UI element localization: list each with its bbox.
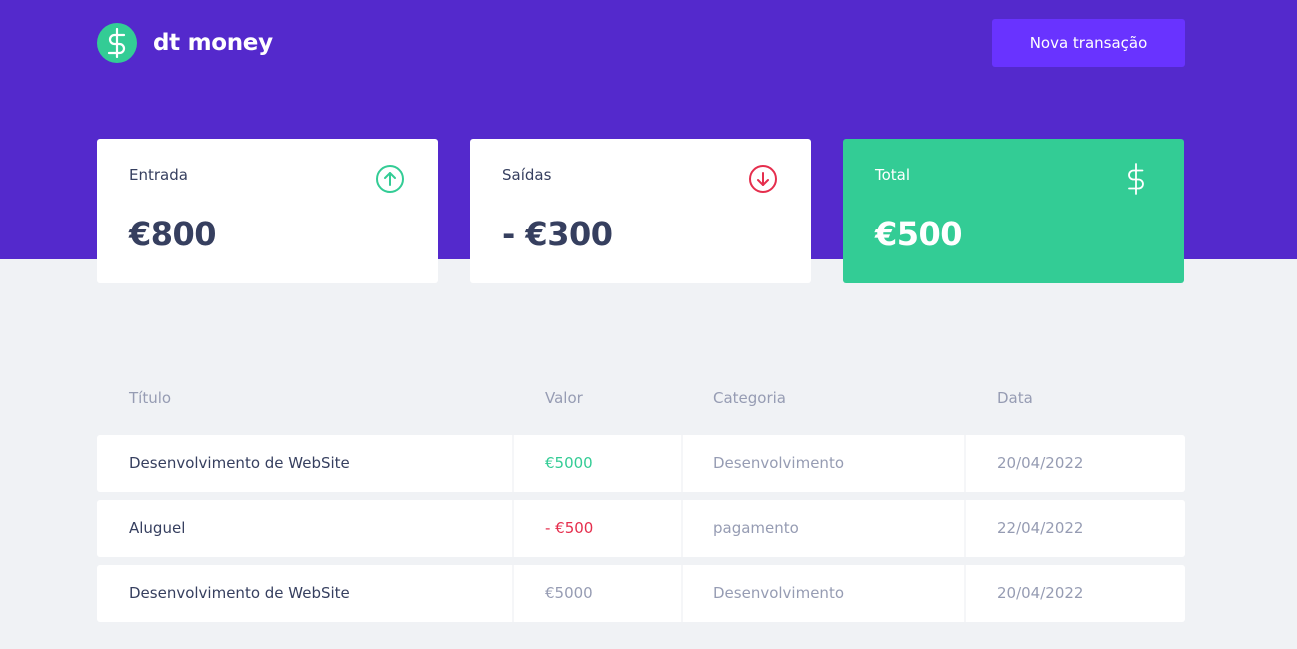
row-value: - €500	[545, 519, 594, 537]
dollar-icon	[1128, 163, 1144, 195]
dollar-icon	[97, 23, 137, 63]
cell-divider	[512, 565, 514, 622]
logo-text: dt money	[153, 30, 273, 56]
arrow-down-circle-icon	[749, 165, 777, 193]
table-row: Desenvolvimento de WebSite €5000 Desenvo…	[97, 565, 1185, 622]
arrow-up-circle-icon	[376, 165, 404, 193]
row-date: 20/04/2022	[997, 454, 1084, 472]
table-row: Desenvolvimento de WebSite €5000 Desenvo…	[97, 435, 1185, 492]
row-date: 20/04/2022	[997, 584, 1084, 602]
total-amount: €500	[875, 215, 963, 253]
logo: dt money	[97, 23, 273, 63]
row-date: 22/04/2022	[997, 519, 1084, 537]
cell-divider	[964, 565, 966, 622]
column-header-category: Categoria	[713, 389, 787, 407]
cell-divider	[681, 435, 683, 492]
cell-divider	[964, 435, 966, 492]
total-card: Total €500	[843, 139, 1184, 283]
outcome-card: Saídas - €300	[470, 139, 811, 283]
table-row: Aluguel - €500 pagamento 22/04/2022	[97, 500, 1185, 557]
row-title: Aluguel	[129, 519, 186, 537]
income-amount: €800	[129, 215, 217, 253]
column-header-title: Título	[129, 389, 172, 407]
row-category: pagamento	[713, 519, 799, 537]
total-label: Total	[875, 166, 911, 184]
cell-divider	[964, 500, 966, 557]
cell-divider	[681, 500, 683, 557]
cell-divider	[681, 565, 683, 622]
cell-divider	[512, 500, 514, 557]
new-transaction-button[interactable]: Nova transação	[992, 19, 1185, 67]
row-title: Desenvolvimento de WebSite	[129, 584, 350, 602]
outcome-label: Saídas	[502, 166, 552, 184]
row-category: Desenvolvimento	[713, 584, 845, 602]
column-header-value: Valor	[545, 389, 583, 407]
row-value: €5000	[545, 584, 593, 602]
cell-divider	[512, 435, 514, 492]
income-card: Entrada €800	[97, 139, 438, 283]
row-value: €5000	[545, 454, 593, 472]
income-label: Entrada	[129, 166, 188, 184]
outcome-amount: - €300	[502, 215, 613, 253]
row-title: Desenvolvimento de WebSite	[129, 454, 350, 472]
row-category: Desenvolvimento	[713, 454, 845, 472]
column-header-date: Data	[997, 389, 1033, 407]
